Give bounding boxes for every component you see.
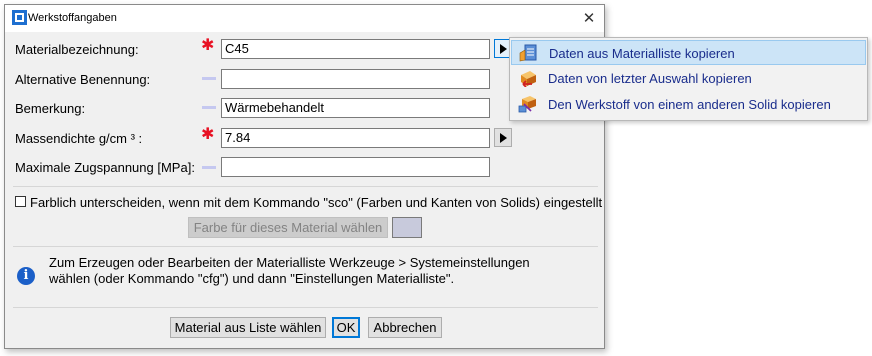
cancel-button[interactable]: Abbrechen: [368, 317, 442, 338]
separator: [13, 186, 598, 187]
choose-color-button[interactable]: Farbe für dieses Material wählen: [188, 217, 388, 238]
remark-input[interactable]: Wärmebehandelt: [221, 98, 490, 118]
separator: [13, 246, 598, 247]
color-swatch[interactable]: [392, 217, 422, 238]
material-name-input[interactable]: C45: [221, 39, 490, 59]
required-icon: ✱: [201, 126, 215, 143]
density-label: Massendichte g/cm ³ :: [15, 131, 143, 146]
choose-from-list-button[interactable]: Material aus Liste wählen: [170, 317, 326, 338]
copy-from-solid-icon: [518, 96, 536, 113]
separator: [13, 307, 598, 308]
density-menu-button[interactable]: [494, 128, 512, 147]
menu-item-label: Den Werkstoff von einem anderen Solid ko…: [548, 97, 831, 112]
last-selection-icon: [521, 71, 536, 87]
required-icon: ✱: [201, 37, 215, 54]
color-distinguish-label: Farblich unterscheiden, wenn mit dem Kom…: [30, 195, 603, 210]
info-icon: i: [17, 267, 35, 285]
menu-item-label: Daten von letzter Auswahl kopieren: [548, 71, 752, 86]
remark-label: Bemerkung:: [15, 101, 86, 116]
tensile-input[interactable]: [221, 157, 490, 177]
tensile-label: Maximale Zugspannung [MPa]:: [15, 160, 195, 175]
density-input[interactable]: 7.84: [221, 128, 490, 148]
optional-icon: [202, 106, 216, 109]
menu-item-copy-from-solid[interactable]: Den Werkstoff von einem anderen Solid ko…: [511, 92, 866, 117]
menu-item-material-list[interactable]: Daten aus Materialliste kopieren: [511, 40, 866, 65]
menu-item-last-selection[interactable]: Daten von letzter Auswahl kopieren: [511, 66, 866, 91]
close-button[interactable]: ✕: [574, 5, 604, 32]
ok-button[interactable]: OK: [332, 317, 360, 338]
menu-item-label: Daten aus Materialliste kopieren: [549, 46, 735, 61]
copy-context-menu: Daten aus Materialliste kopieren Daten v…: [509, 37, 868, 121]
window-title: Werkstoffangaben: [28, 12, 117, 24]
material-name-label: Materialbezeichnung:: [15, 42, 139, 57]
app-icon: [12, 10, 27, 25]
optional-icon: [202, 77, 216, 80]
alt-name-input[interactable]: [221, 69, 490, 89]
color-distinguish-checkbox[interactable]: [15, 196, 26, 207]
title-bar: Werkstoffangaben ✕: [5, 5, 604, 32]
optional-icon: [202, 166, 216, 169]
alt-name-label: Alternative Benennung:: [15, 72, 151, 87]
material-list-icon: [519, 44, 537, 62]
info-text: Zum Erzeugen oder Bearbeiten der Materia…: [49, 255, 530, 286]
